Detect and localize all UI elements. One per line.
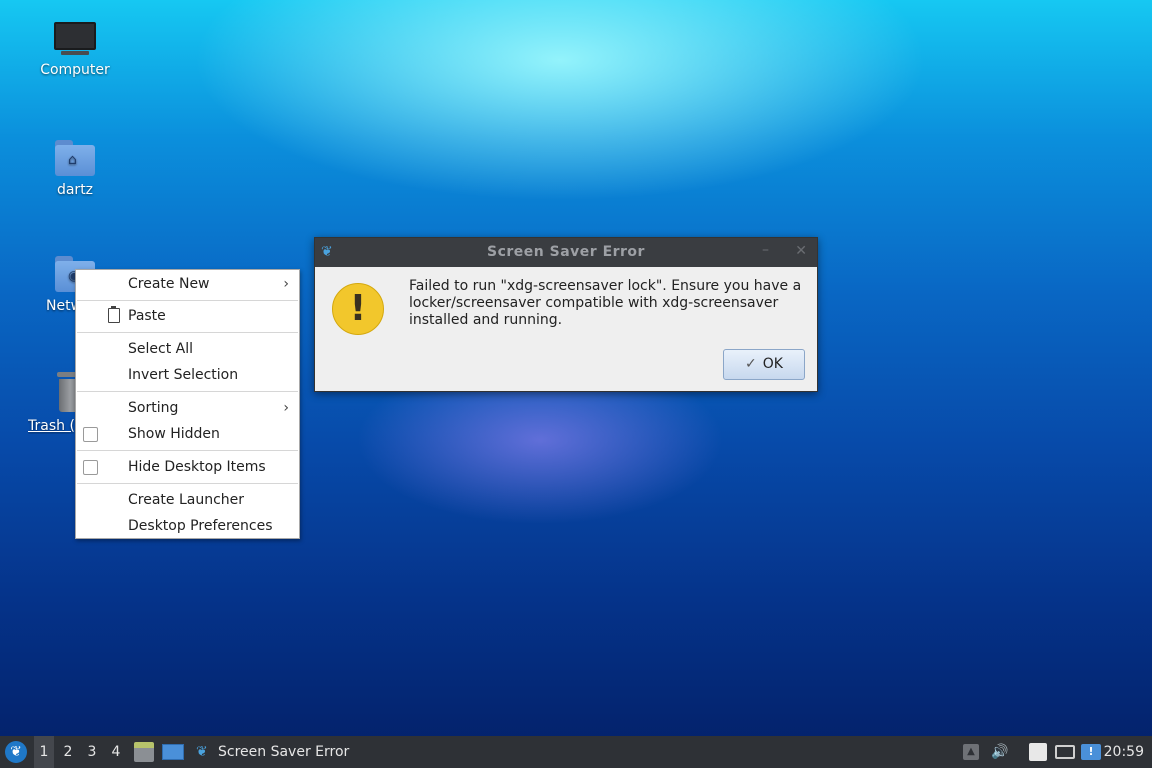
start-menu-icon[interactable]: ❦ bbox=[5, 741, 27, 763]
clock[interactable]: 20:59 bbox=[1100, 736, 1144, 768]
checkbox-hide-desktop-items[interactable] bbox=[83, 460, 98, 475]
desktop-context-menu: Create New › Paste Select All Invert Sel… bbox=[75, 269, 300, 539]
menu-item-label: Create Launcher bbox=[128, 492, 245, 508]
desktop-icon-computer[interactable]: Computer bbox=[25, 22, 125, 78]
taskbar: ❦ 1 2 3 4 ❦ Screen Saver Error ▲ 🔊 ! 20:… bbox=[0, 736, 1152, 768]
menu-item-label: Paste bbox=[128, 308, 166, 324]
menu-item-label: Sorting bbox=[128, 400, 179, 416]
show-desktop-icon[interactable] bbox=[162, 744, 184, 760]
menu-item-desktop-preferences[interactable]: Desktop Preferences bbox=[76, 514, 299, 538]
update-notifier-icon[interactable]: ! bbox=[1081, 744, 1101, 760]
task-button-label: Screen Saver Error bbox=[218, 744, 350, 760]
chevron-right-icon: › bbox=[283, 276, 289, 292]
menu-separator bbox=[77, 300, 298, 301]
desktop-icon-home[interactable]: ⌂ dartz bbox=[25, 140, 125, 198]
workspace-3[interactable]: 3 bbox=[82, 736, 102, 768]
checkmark-icon: ✓ bbox=[745, 356, 757, 372]
task-button-screen-saver-error[interactable]: ❦ Screen Saver Error bbox=[192, 736, 352, 768]
workspace-1[interactable]: 1 bbox=[34, 736, 54, 768]
menu-item-create-new[interactable]: Create New › bbox=[76, 272, 299, 296]
menu-item-paste[interactable]: Paste bbox=[76, 304, 299, 328]
menu-item-create-launcher[interactable]: Create Launcher bbox=[76, 488, 299, 512]
menu-item-invert-selection[interactable]: Invert Selection bbox=[76, 363, 299, 387]
menu-item-label: Select All bbox=[128, 341, 193, 357]
menu-item-hide-desktop-items[interactable]: Hide Desktop Items bbox=[76, 455, 299, 479]
volume-icon[interactable]: 🔊 bbox=[990, 744, 1010, 760]
menu-separator bbox=[77, 332, 298, 333]
ok-button[interactable]: ✓ OK bbox=[723, 349, 805, 380]
menu-item-label: Create New bbox=[128, 276, 210, 292]
desktop-icon-label: Computer bbox=[40, 62, 110, 78]
workspace-4[interactable]: 4 bbox=[106, 736, 126, 768]
menu-item-label: Hide Desktop Items bbox=[128, 459, 266, 475]
computer-icon bbox=[54, 22, 96, 56]
minimize-icon[interactable]: – bbox=[762, 242, 769, 258]
menu-item-sorting[interactable]: Sorting › bbox=[76, 396, 299, 420]
menu-separator bbox=[77, 450, 298, 451]
screen-saver-error-dialog: ❦ Screen Saver Error – ✕ ! Failed to run… bbox=[314, 237, 818, 392]
clipboard-manager-icon[interactable] bbox=[1029, 743, 1047, 761]
menu-separator bbox=[77, 391, 298, 392]
dialog-title: Screen Saver Error bbox=[487, 244, 645, 260]
ok-button-label: OK bbox=[762, 356, 783, 372]
close-icon[interactable]: ✕ bbox=[795, 243, 807, 259]
workspace-2[interactable]: 2 bbox=[58, 736, 78, 768]
menu-item-label: Invert Selection bbox=[128, 367, 239, 383]
desktop-icon-label: dartz bbox=[56, 182, 94, 198]
dialog-titlebar[interactable]: ❦ Screen Saver Error – ✕ bbox=[315, 238, 817, 267]
menu-item-show-hidden[interactable]: Show Hidden bbox=[76, 422, 299, 446]
network-icon[interactable] bbox=[1055, 745, 1075, 759]
home-folder-icon: ⌂ bbox=[55, 140, 95, 176]
menu-item-label: Show Hidden bbox=[128, 426, 220, 442]
file-manager-launcher-icon[interactable] bbox=[134, 742, 154, 762]
tray-expand-icon[interactable]: ▲ bbox=[963, 744, 979, 760]
checkbox-show-hidden[interactable] bbox=[83, 427, 98, 442]
menu-item-label: Desktop Preferences bbox=[128, 518, 273, 534]
menu-separator bbox=[77, 483, 298, 484]
dialog-message: Failed to run "xdg-screensaver lock". En… bbox=[409, 278, 802, 328]
menu-item-select-all[interactable]: Select All bbox=[76, 337, 299, 361]
warning-icon: ! bbox=[332, 283, 384, 335]
app-logo-icon: ❦ bbox=[196, 744, 208, 760]
clipboard-icon bbox=[108, 306, 120, 323]
chevron-right-icon: › bbox=[283, 400, 289, 416]
